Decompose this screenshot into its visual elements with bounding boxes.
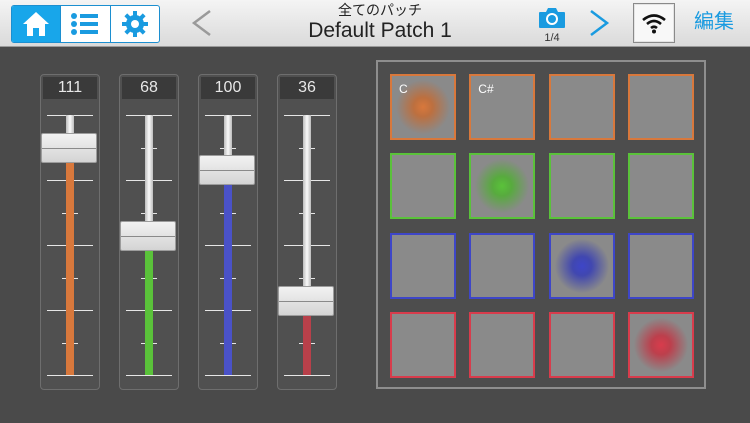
next-patch-button[interactable] xyxy=(587,5,611,41)
fader-thumb[interactable] xyxy=(199,155,255,186)
pad-note-label: C# xyxy=(478,82,494,96)
drum-pad[interactable] xyxy=(548,153,615,220)
drum-pad[interactable] xyxy=(390,232,456,299)
fader-2: 68 xyxy=(119,74,179,390)
edit-button[interactable]: 編集 xyxy=(694,10,734,34)
gear-icon xyxy=(121,11,148,37)
fader-track[interactable] xyxy=(224,115,232,375)
fader-fill xyxy=(145,235,153,375)
pad-note-label: C xyxy=(399,82,408,96)
fader-track[interactable] xyxy=(303,115,311,375)
drum-pad[interactable] xyxy=(548,311,615,378)
drum-pad[interactable] xyxy=(390,153,456,220)
top-bar: 全てのパッチ Default Patch 1 1/4 編集 xyxy=(0,0,750,47)
drum-pad[interactable] xyxy=(469,153,536,220)
drum-pad[interactable]: C# xyxy=(469,74,536,140)
fader-tick xyxy=(284,375,330,376)
fader-4: 36 xyxy=(277,74,337,390)
mode-segmented-control xyxy=(11,5,160,43)
drum-pad[interactable] xyxy=(627,153,694,220)
fader-fill xyxy=(224,170,232,375)
fader-thumb[interactable] xyxy=(41,132,97,163)
chevron-left-icon xyxy=(191,10,211,36)
fader-tick xyxy=(47,375,93,376)
drum-pad[interactable]: C xyxy=(390,74,456,140)
chevron-right-icon xyxy=(590,10,610,36)
list-icon xyxy=(71,13,99,35)
fader-thumb[interactable] xyxy=(120,220,176,251)
drum-pad[interactable] xyxy=(548,232,615,299)
drum-pad[interactable] xyxy=(469,232,536,299)
fader-value: 111 xyxy=(43,77,97,99)
fader-3: 100 xyxy=(198,74,258,390)
drum-pad[interactable] xyxy=(627,311,694,378)
pad-grid: C C# xyxy=(376,60,706,389)
camera-icon xyxy=(539,8,565,28)
fader-value: 68 xyxy=(122,77,176,99)
drum-pad[interactable] xyxy=(627,232,694,299)
patch-title: Default Patch 1 xyxy=(308,19,452,42)
settings-mode-button[interactable] xyxy=(111,6,159,42)
fader-1: 111 xyxy=(40,74,100,390)
drum-pad[interactable] xyxy=(627,74,694,140)
home-mode-button[interactable] xyxy=(12,6,62,42)
snapshot-page-indicator: 1/4 xyxy=(544,32,560,44)
snapshot-button[interactable]: 1/4 xyxy=(535,4,569,44)
fader-thumb[interactable] xyxy=(278,286,334,317)
wireless-connection-button[interactable] xyxy=(633,3,675,43)
drum-pad[interactable] xyxy=(548,74,615,140)
patch-title-area: 全てのパッチ Default Patch 1 xyxy=(280,2,480,44)
drum-pad[interactable] xyxy=(390,311,456,378)
fader-value: 36 xyxy=(280,77,334,99)
wifi-icon xyxy=(642,14,666,34)
fader-value: 100 xyxy=(201,77,255,99)
fader-tick xyxy=(126,375,172,376)
previous-patch-button[interactable] xyxy=(190,5,214,41)
home-icon xyxy=(23,12,50,36)
fader-tick xyxy=(205,375,251,376)
list-mode-button[interactable] xyxy=(61,6,111,42)
drum-pad[interactable] xyxy=(469,311,536,378)
patch-category: 全てのパッチ xyxy=(338,2,422,18)
fader-fill xyxy=(66,147,74,375)
